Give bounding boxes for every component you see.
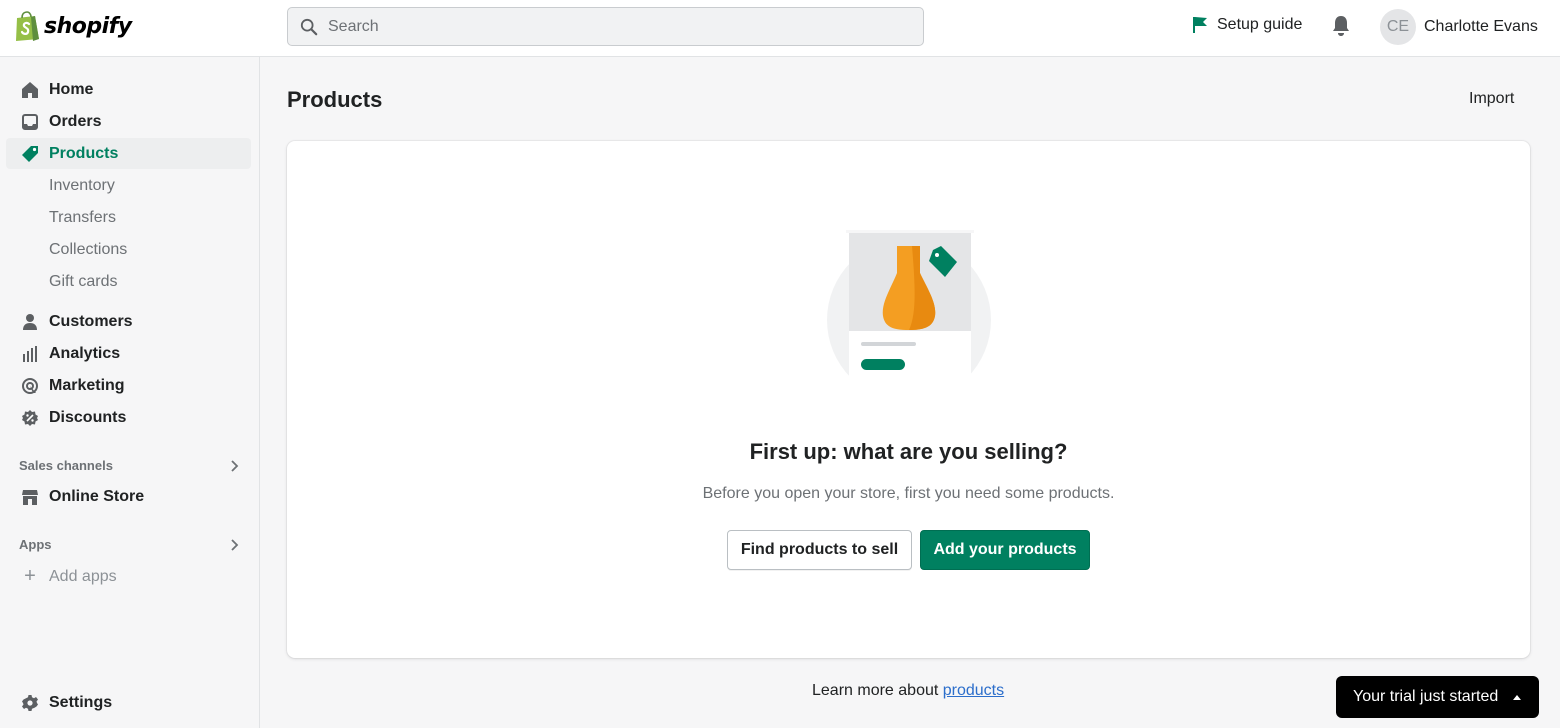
find-products-button[interactable]: Find products to sell (727, 530, 912, 570)
person-icon (20, 312, 40, 332)
empty-state-card: First up: what are you selling? Before y… (287, 141, 1530, 658)
sidebar: Home Orders Products Inventory Transfers… (0, 57, 260, 728)
home-icon (20, 80, 40, 100)
learn-more-text: Learn more about (812, 682, 943, 699)
sidebar-item-customers[interactable]: Customers (6, 306, 251, 337)
sidebar-item-label: Products (49, 144, 119, 162)
sidebar-item-label: Home (49, 80, 94, 98)
top-bar: shopify Setup guide CE Charlotte Evans (0, 0, 1560, 57)
learn-more-footer: Learn more about products (812, 682, 1004, 700)
sidebar-item-products[interactable]: Products (6, 138, 251, 169)
shopify-bag-icon (16, 11, 39, 41)
caret-up-icon (1513, 695, 1522, 700)
apps-header[interactable]: Apps (19, 537, 239, 552)
setup-guide-button[interactable]: Setup guide (1192, 16, 1302, 34)
search-bar[interactable] (287, 7, 924, 46)
product-illustration (827, 230, 991, 378)
plus-icon: + (24, 565, 36, 587)
sidebar-subitem-collections[interactable]: Collections (49, 241, 127, 259)
sidebar-item-orders[interactable]: Orders (6, 106, 251, 137)
tag-icon (20, 144, 40, 164)
sidebar-item-label: Marketing (49, 376, 125, 394)
apps-heading: Apps (19, 537, 52, 552)
sidebar-subitem-inventory[interactable]: Inventory (49, 177, 115, 195)
gear-icon (20, 693, 40, 713)
bell-icon (1333, 16, 1349, 36)
sidebar-item-marketing[interactable]: Marketing (6, 370, 251, 401)
sidebar-item-settings[interactable]: Settings (6, 687, 251, 718)
sidebar-subitem-transfers[interactable]: Transfers (49, 209, 116, 227)
sidebar-item-label: Online Store (49, 487, 145, 505)
sidebar-item-label: Customers (49, 312, 133, 330)
sidebar-subitem-gift-cards[interactable]: Gift cards (49, 273, 117, 291)
setup-guide-label: Setup guide (1217, 16, 1303, 33)
trial-banner[interactable]: Your trial just started (1336, 676, 1539, 718)
search-icon (300, 18, 318, 35)
chevron-right-icon (231, 538, 239, 551)
sidebar-item-label: Discounts (49, 408, 127, 426)
add-apps-label: Add apps (49, 567, 117, 585)
user-name: Charlotte Evans (1424, 18, 1538, 35)
bar-chart-icon (20, 344, 40, 364)
sidebar-item-label: Settings (49, 693, 113, 711)
search-input[interactable] (328, 17, 888, 36)
empty-state-heading: First up: what are you selling? (749, 439, 1068, 464)
add-products-button[interactable]: Add your products (920, 530, 1090, 570)
inbox-icon (20, 112, 40, 132)
target-icon (20, 376, 40, 396)
sidebar-item-label: Orders (49, 112, 102, 130)
sidebar-item-label: Analytics (49, 344, 121, 362)
discount-icon (20, 408, 40, 428)
sidebar-item-analytics[interactable]: Analytics (6, 338, 251, 369)
import-button[interactable]: Import (1469, 90, 1514, 108)
sidebar-item-online-store[interactable]: Online Store (6, 481, 251, 512)
avatar: CE (1380, 9, 1416, 45)
user-menu[interactable]: CE Charlotte Evans (1380, 9, 1538, 45)
shopify-logo[interactable]: shopify (14, 11, 132, 42)
page-title: Products (287, 87, 383, 112)
notifications-button[interactable] (1331, 15, 1351, 42)
trial-label: Your trial just started (1353, 688, 1499, 705)
brand-name: shopify (44, 14, 132, 39)
sales-channels-header[interactable]: Sales channels (19, 458, 239, 473)
sidebar-item-discounts[interactable]: Discounts (6, 402, 251, 433)
empty-state-description: Before you open your store, first you ne… (702, 485, 1115, 502)
flag-icon (1193, 17, 1207, 33)
store-icon (20, 487, 40, 507)
chevron-right-icon (231, 459, 239, 472)
sales-channels-heading: Sales channels (19, 458, 113, 473)
sidebar-item-home[interactable]: Home (6, 74, 251, 105)
products-help-link[interactable]: products (943, 682, 1004, 699)
add-apps-button[interactable]: + Add apps (20, 565, 117, 588)
